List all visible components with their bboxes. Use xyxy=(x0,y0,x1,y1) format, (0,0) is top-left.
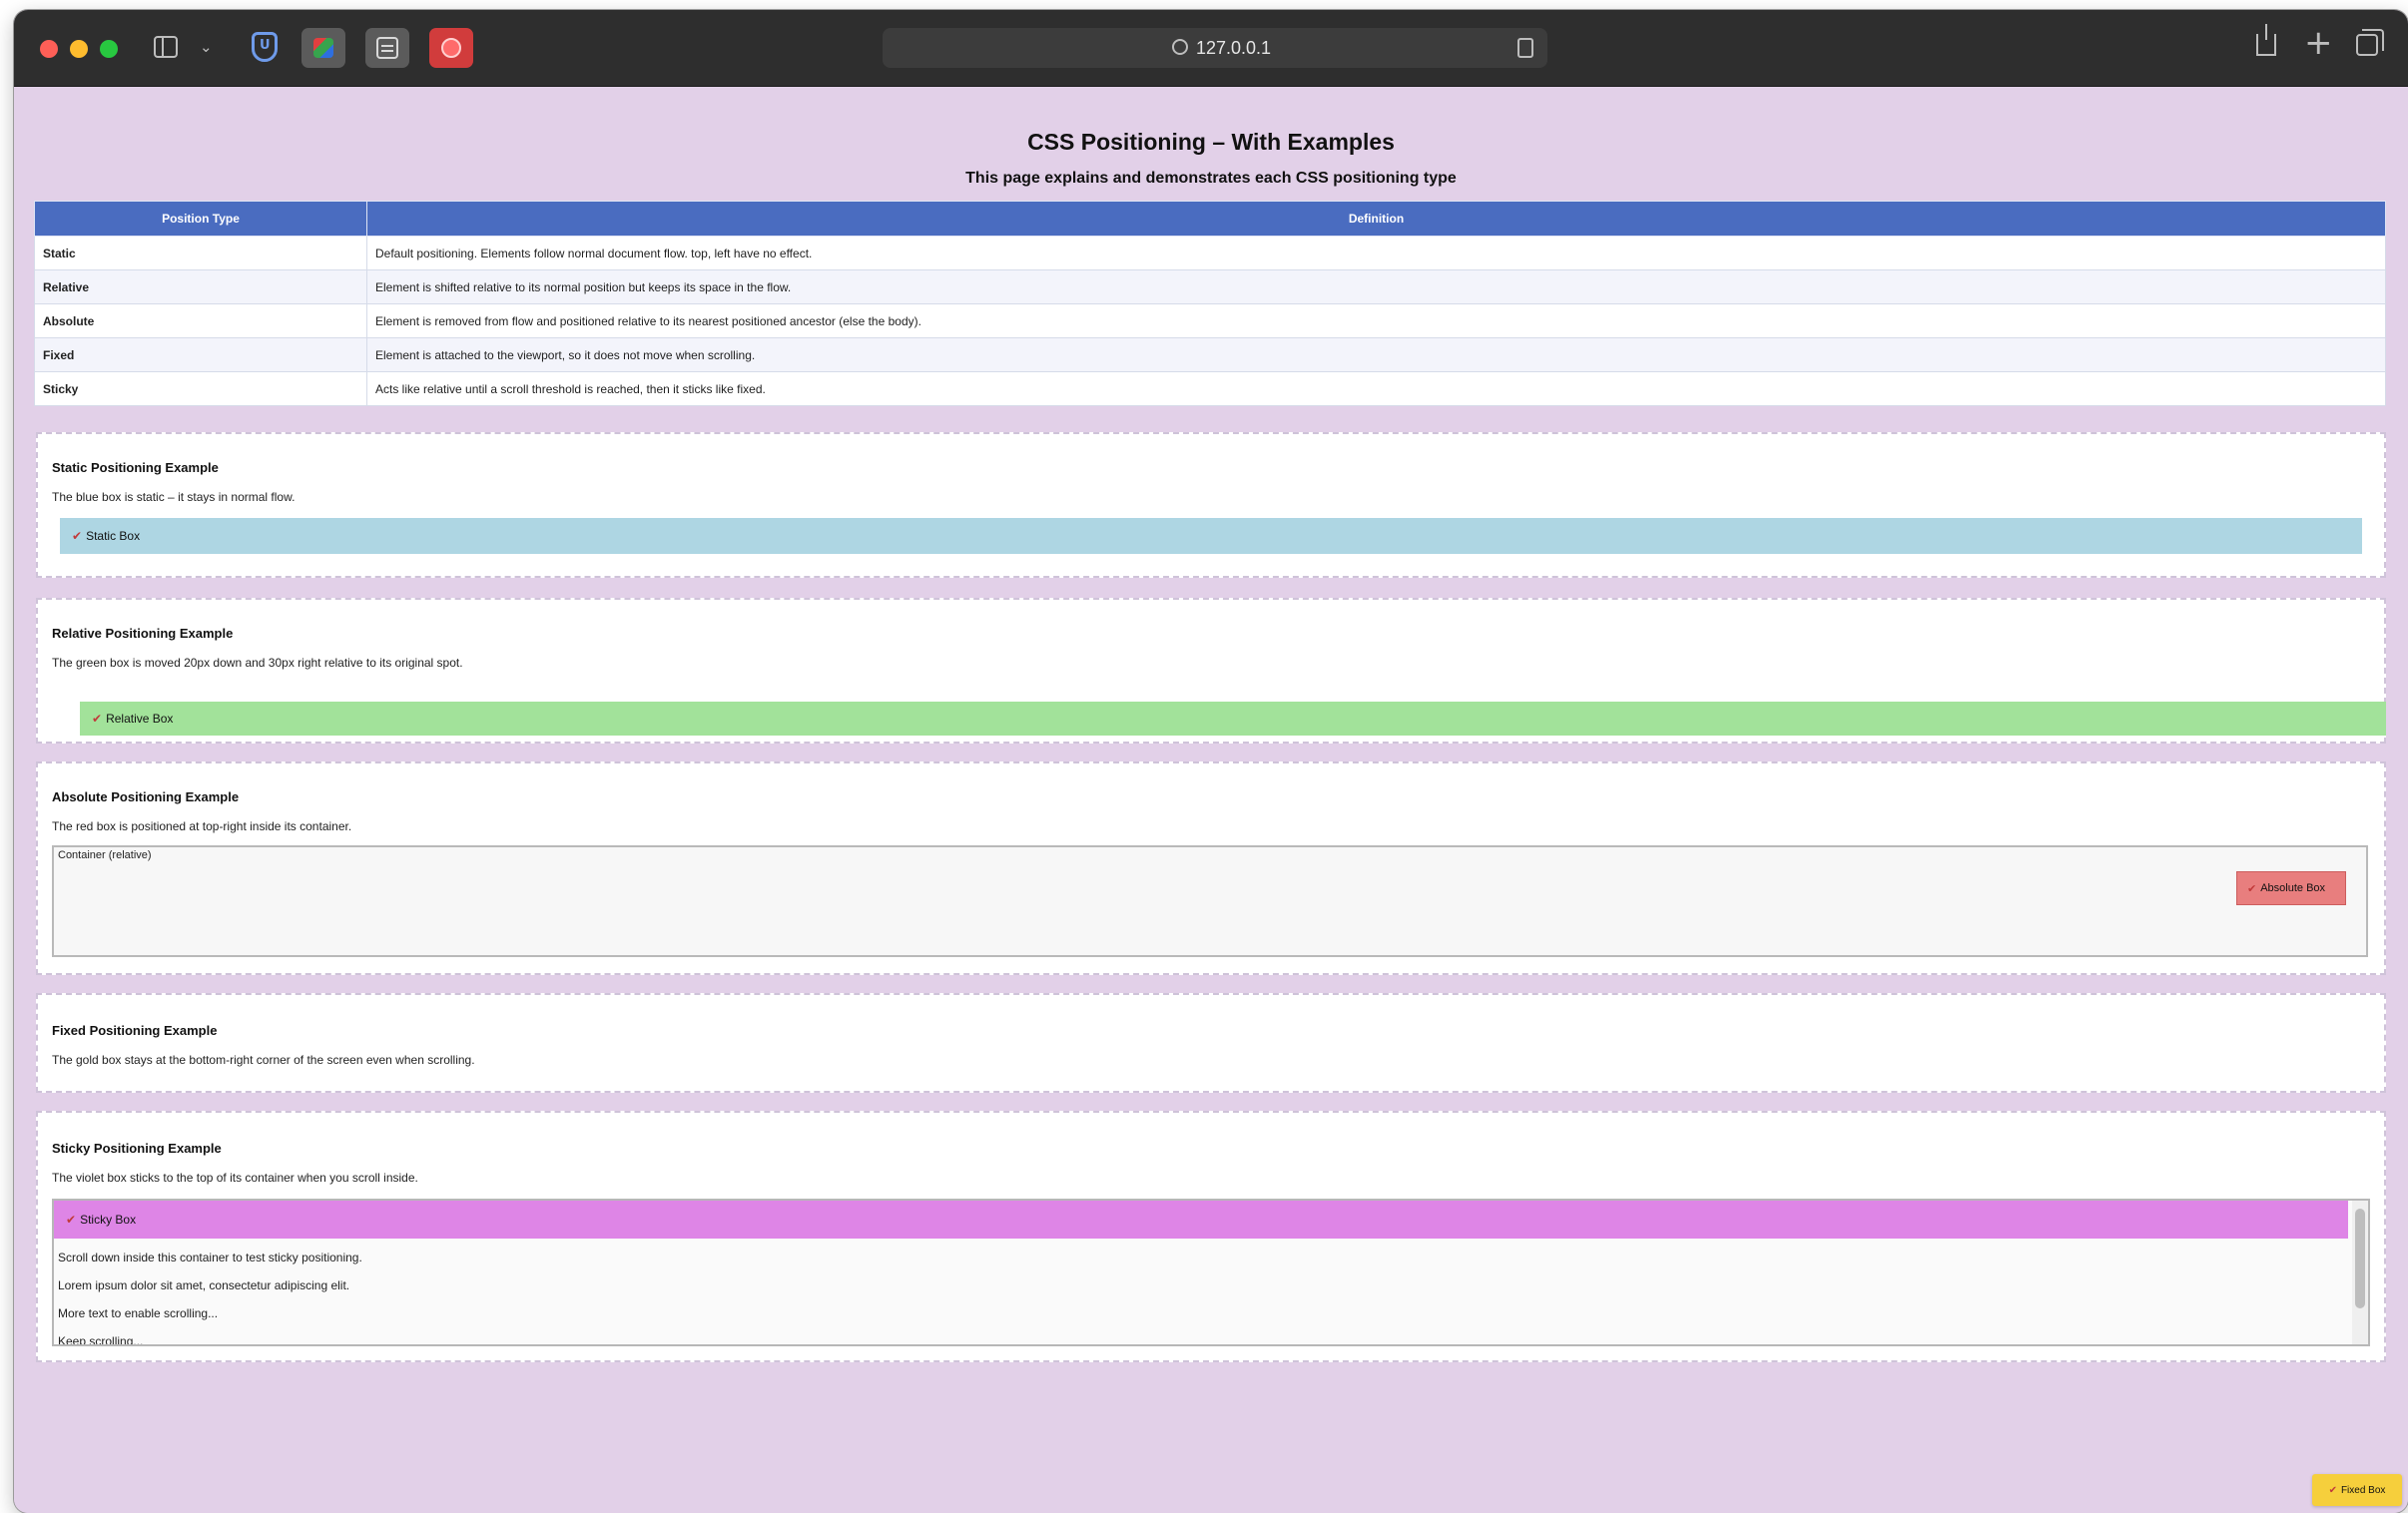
table-row: Sticky Acts like relative until a scroll… xyxy=(34,371,2386,406)
scrollbar-thumb[interactable] xyxy=(2355,1209,2365,1308)
table-row: Static Default positioning. Elements fol… xyxy=(34,236,2386,270)
section-description: The violet box sticks to the top of its … xyxy=(52,1171,418,1185)
page-title: CSS Positioning – With Examples xyxy=(1027,129,1395,155)
scrollbar-track[interactable] xyxy=(2352,1201,2368,1344)
check-icon: ✔ xyxy=(72,529,83,543)
definition-cell: Element is removed from flow and positio… xyxy=(366,303,2386,338)
extension-colorful-icon[interactable] xyxy=(301,28,345,68)
sticky-section: Sticky Positioning Example The violet bo… xyxy=(36,1111,2386,1362)
definition-cell: Acts like relative until a scroll thresh… xyxy=(366,371,2386,406)
definition-cell: Element is attached to the viewport, so … xyxy=(366,337,2386,372)
section-description: The gold box stays at the bottom-right c… xyxy=(52,1053,475,1067)
box-label: Relative Box xyxy=(106,712,174,726)
new-tab-icon[interactable]: + xyxy=(2304,26,2333,60)
table-row: Fixed Element is attached to the viewpor… xyxy=(34,337,2386,372)
fixed-section: Fixed Positioning Example The gold box s… xyxy=(36,993,2386,1093)
browser-window: ⌄ U 127.0.0.1 + CSS Positioning – With E… xyxy=(14,10,2408,1513)
definition-cell: Default positioning. Elements follow nor… xyxy=(366,236,2386,270)
section-title: Fixed Positioning Example xyxy=(52,1023,218,1038)
box-label: Sticky Box xyxy=(80,1213,137,1227)
scroll-text-line: Scroll down inside this container to tes… xyxy=(58,1251,362,1264)
table-header-row: Position Type Definition xyxy=(34,201,2386,237)
shield-extension-icon[interactable]: U xyxy=(252,32,278,62)
address-bar[interactable]: 127.0.0.1 xyxy=(883,28,1547,68)
zoom-window-button[interactable] xyxy=(100,40,118,58)
position-type-cell: Fixed xyxy=(34,337,367,372)
relative-container: Container (relative) ✔ Absolute Box xyxy=(52,845,2368,957)
table-row: Relative Element is shifted relative to … xyxy=(34,269,2386,304)
extension-window-icon[interactable] xyxy=(365,28,409,68)
section-description: The green box is moved 20px down and 30p… xyxy=(52,656,463,670)
reader-mode-icon[interactable] xyxy=(1517,38,1533,58)
section-title: Static Positioning Example xyxy=(52,460,219,475)
sidebar-toggle-icon[interactable] xyxy=(154,36,178,58)
box-label: Fixed Box xyxy=(2340,1484,2386,1496)
section-description: The red box is positioned at top-right i… xyxy=(52,819,352,833)
definition-cell: Element is shifted relative to its norma… xyxy=(366,269,2386,304)
sticky-scroll-container[interactable]: ✔ Sticky Box Scroll down inside this con… xyxy=(52,1199,2370,1346)
column-header-position-type: Position Type xyxy=(34,201,367,237)
extension-record-icon[interactable] xyxy=(429,28,473,68)
box-label: Absolute Box xyxy=(2260,882,2326,894)
share-icon[interactable] xyxy=(2256,24,2276,56)
scroll-text-line: Lorem ipsum dolor sit amet, consectetur … xyxy=(58,1278,350,1292)
section-title: Sticky Positioning Example xyxy=(52,1141,222,1156)
page-content: CSS Positioning – With Examples This pag… xyxy=(14,87,2408,1513)
page-subtitle: This page explains and demonstrates each… xyxy=(965,170,1457,187)
table-row: Absolute Element is removed from flow an… xyxy=(34,303,2386,338)
sticky-box: ✔ Sticky Box xyxy=(54,1201,2348,1239)
position-type-cell: Absolute xyxy=(34,303,367,338)
positioning-table: Position Type Definition Static Default … xyxy=(34,201,2386,406)
relative-section: Relative Positioning Example The green b… xyxy=(36,598,2386,744)
position-type-cell: Static xyxy=(34,236,367,270)
chevron-down-icon[interactable]: ⌄ xyxy=(200,38,213,56)
relative-box: ✔ Relative Box xyxy=(80,702,2386,736)
position-type-cell: Sticky xyxy=(34,371,367,406)
section-title: Relative Positioning Example xyxy=(52,626,234,641)
fixed-box: ✔ Fixed Box xyxy=(2312,1474,2402,1506)
check-icon: ✔ xyxy=(2247,882,2257,895)
globe-icon xyxy=(1172,39,1188,55)
static-box: ✔ Static Box xyxy=(60,518,2362,554)
minimize-window-button[interactable] xyxy=(70,40,88,58)
static-section: Static Positioning Example The blue box … xyxy=(36,432,2386,578)
tab-overview-icon[interactable] xyxy=(2356,29,2384,56)
column-header-definition: Definition xyxy=(366,201,2386,237)
position-type-cell: Relative xyxy=(34,269,367,304)
section-title: Absolute Positioning Example xyxy=(52,789,240,804)
address-text: 127.0.0.1 xyxy=(1196,38,1272,58)
absolute-section: Absolute Positioning Example The red box… xyxy=(36,761,2386,975)
section-description: The blue box is static – it stays in nor… xyxy=(52,490,296,504)
check-icon: ✔ xyxy=(66,1213,77,1227)
check-icon: ✔ xyxy=(92,712,103,726)
check-icon: ✔ xyxy=(2328,1484,2337,1496)
box-label: Static Box xyxy=(86,529,141,543)
browser-toolbar: ⌄ U 127.0.0.1 + xyxy=(14,10,2408,87)
close-window-button[interactable] xyxy=(40,40,58,58)
container-label: Container (relative) xyxy=(58,849,152,861)
scroll-text-line: Keep scrolling... xyxy=(58,1334,144,1346)
absolute-box: ✔ Absolute Box xyxy=(2236,871,2346,905)
scroll-text-line: More text to enable scrolling... xyxy=(58,1306,219,1320)
